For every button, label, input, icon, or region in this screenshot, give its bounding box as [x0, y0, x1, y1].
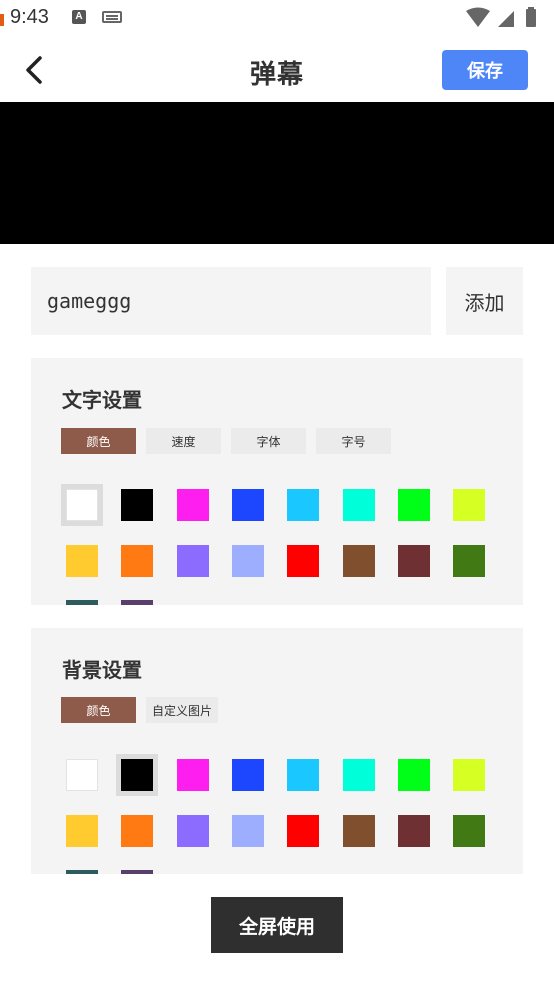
background-color-swatch[interactable] — [448, 754, 490, 796]
text-color-swatch[interactable] — [61, 540, 103, 582]
text-settings-panel: 文字设置 颜色 速度 字体 字号 — [31, 358, 523, 605]
text-color-chip — [121, 600, 154, 605]
text-color-swatch[interactable] — [172, 540, 214, 582]
background-color-swatch[interactable] — [282, 754, 324, 796]
text-color-chip — [342, 544, 375, 577]
text-color-swatch[interactable] — [393, 484, 435, 526]
text-color-chip — [66, 544, 98, 577]
background-color-chip — [121, 814, 154, 847]
background-color-chip — [121, 759, 154, 791]
background-color-chip — [342, 759, 375, 791]
tab-bg-color[interactable]: 颜色 — [61, 697, 136, 723]
background-color-chip — [397, 814, 430, 847]
status-bar: 9:43 A — [0, 0, 554, 36]
fullscreen-button[interactable]: 全屏使用 — [211, 897, 343, 953]
background-color-swatch[interactable] — [172, 754, 214, 796]
background-color-chip — [342, 814, 375, 847]
text-color-chip — [176, 544, 209, 577]
text-color-chip — [397, 544, 430, 577]
background-color-swatch[interactable] — [393, 810, 435, 852]
tab-text-size[interactable]: 字号 — [316, 428, 391, 454]
text-settings-tabs: 颜色 速度 字体 字号 — [61, 428, 401, 454]
background-color-chip — [453, 759, 486, 791]
background-color-swatch[interactable] — [448, 810, 490, 852]
notification-a-icon: A — [72, 10, 86, 24]
text-color-swatch[interactable] — [172, 484, 214, 526]
background-color-swatch[interactable] — [227, 810, 269, 852]
text-color-chip — [176, 489, 209, 521]
background-color-chip — [287, 814, 320, 847]
text-color-chip — [342, 489, 375, 521]
add-button[interactable]: 添加 — [446, 267, 523, 335]
tab-text-font[interactable]: 字体 — [231, 428, 306, 454]
text-color-chip — [121, 544, 154, 577]
background-color-swatch[interactable] — [116, 810, 158, 852]
text-color-chip — [66, 600, 98, 605]
text-color-chip — [287, 489, 320, 521]
background-settings-title: 背景设置 — [62, 658, 142, 682]
text-color-chip — [397, 489, 430, 521]
background-settings-panel: 背景设置 颜色 自定义图片 — [31, 628, 523, 874]
background-color-swatch[interactable] — [61, 810, 103, 852]
text-color-chip — [66, 489, 98, 521]
text-color-swatch[interactable] — [116, 595, 158, 605]
background-color-chip — [66, 870, 98, 874]
text-color-swatch[interactable] — [227, 540, 269, 582]
danmu-preview — [0, 102, 554, 244]
text-color-swatch[interactable] — [448, 540, 490, 582]
tab-bg-custom-image[interactable]: 自定义图片 — [146, 697, 219, 723]
background-color-chip — [231, 814, 264, 847]
app-header: 弹幕 保存 — [0, 36, 554, 102]
text-color-swatch[interactable] — [393, 540, 435, 582]
background-settings-tabs: 颜色 自定义图片 — [61, 697, 228, 723]
background-color-swatch[interactable] — [338, 754, 380, 796]
tab-text-color[interactable]: 颜色 — [61, 428, 136, 454]
text-color-swatch[interactable] — [61, 595, 103, 605]
text-color-swatch[interactable] — [61, 484, 103, 526]
text-color-swatch[interactable] — [116, 484, 158, 526]
background-color-chip — [287, 759, 320, 791]
background-color-chip — [397, 759, 430, 791]
background-color-swatch[interactable] — [116, 865, 158, 874]
text-color-swatch[interactable] — [282, 484, 324, 526]
background-color-swatch[interactable] — [61, 865, 103, 874]
status-icons — [464, 7, 544, 29]
status-time: 9:43 — [10, 6, 49, 28]
text-settings-title: 文字设置 — [62, 388, 142, 412]
background-color-swatch[interactable] — [282, 810, 324, 852]
edge-marker — [0, 14, 4, 26]
background-color-chip — [121, 870, 154, 874]
background-color-swatch[interactable] — [116, 754, 159, 796]
text-color-chip — [453, 489, 486, 521]
background-color-swatch[interactable] — [172, 810, 214, 852]
text-color-swatch[interactable] — [448, 484, 490, 526]
text-color-swatch[interactable] — [227, 484, 269, 526]
text-color-chip — [231, 544, 264, 577]
text-color-chip — [121, 489, 154, 521]
background-color-chip — [231, 759, 264, 791]
text-color-swatch[interactable] — [282, 540, 324, 582]
background-color-chip — [176, 814, 209, 847]
text-color-swatch[interactable] — [116, 540, 158, 582]
background-color-swatch[interactable] — [338, 810, 380, 852]
background-color-chip — [66, 814, 98, 847]
background-color-swatch[interactable] — [61, 754, 103, 796]
background-color-chip — [176, 759, 209, 791]
text-color-chip — [287, 544, 320, 577]
background-color-swatch[interactable] — [393, 754, 435, 796]
background-color-swatch[interactable] — [227, 754, 269, 796]
keyboard-icon — [102, 11, 122, 23]
save-button[interactable]: 保存 — [442, 50, 528, 90]
wifi-signal-battery-icon — [466, 7, 536, 27]
background-color-chip — [66, 759, 98, 791]
text-color-swatch[interactable] — [338, 484, 380, 526]
text-color-chip — [231, 489, 264, 521]
tab-text-speed[interactable]: 速度 — [146, 428, 221, 454]
background-color-chip — [453, 814, 486, 847]
text-color-chip — [453, 544, 486, 577]
text-color-swatch[interactable] — [338, 540, 380, 582]
danmu-text-input[interactable] — [31, 267, 431, 335]
